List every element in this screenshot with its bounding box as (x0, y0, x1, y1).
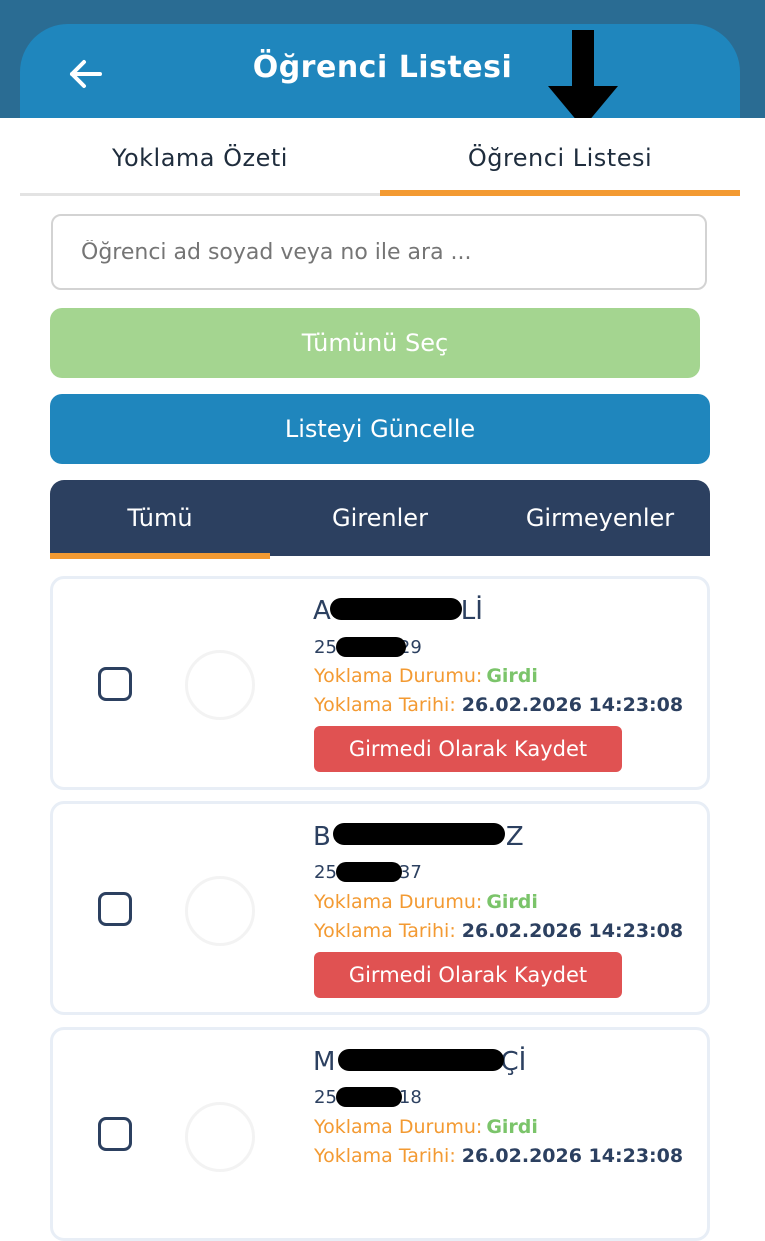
filter-tabs: Tümü Girenler Girmeyenler (50, 480, 710, 556)
status-value: Girdi (486, 665, 538, 687)
student-name-end: Z (505, 822, 524, 852)
student-name-start: M (313, 1047, 336, 1077)
date-value: 26.02.2026 14:23:08 (461, 1145, 684, 1167)
filter-tab-entered[interactable]: Girenler (270, 480, 490, 556)
page-title: Öğrenci Listesi (252, 50, 513, 85)
attendance-status: Yoklama Durumu: Girdi (314, 665, 538, 687)
status-value: Girdi (486, 1116, 538, 1138)
active-filter-indicator (50, 553, 270, 559)
date-label: Yoklama Tarihi: (314, 920, 456, 942)
select-all-button[interactable]: Tümünü Seç (50, 308, 700, 378)
attendance-date: Yoklama Tarihi: 26.02.2026 14:23:08 (314, 1145, 683, 1167)
redaction (336, 862, 402, 882)
redaction (336, 637, 406, 657)
tab-ogrenci-listesi[interactable]: Öğrenci Listesi (380, 118, 740, 198)
student-name-start: A (313, 596, 331, 626)
attendance-status: Yoklama Durumu: Girdi (314, 891, 538, 913)
student-number-start: 25 (314, 1087, 337, 1108)
student-name-start: B (313, 822, 331, 852)
tab-yoklama-ozeti[interactable]: Yoklama Özeti (20, 118, 380, 198)
filter-tab-not-entered[interactable]: Girmeyenler (490, 480, 710, 556)
mark-absent-button[interactable]: Girmedi Olarak Kaydet (314, 952, 622, 998)
avatar (185, 876, 255, 946)
student-checkbox[interactable] (98, 667, 132, 701)
date-label: Yoklama Tarihi: (314, 694, 456, 716)
student-name-end: Çİ (500, 1047, 527, 1077)
arrow-down-icon (548, 30, 618, 128)
attendance-date: Yoklama Tarihi: 26.02.2026 14:23:08 (314, 694, 683, 716)
mark-absent-button[interactable]: Girmedi Olarak Kaydet (314, 726, 622, 772)
redaction (330, 598, 462, 620)
attendance-date: Yoklama Tarihi: 26.02.2026 14:23:08 (314, 920, 683, 942)
tab-divider (20, 193, 380, 196)
student-checkbox[interactable] (98, 892, 132, 926)
update-list-button[interactable]: Listeyi Güncelle (50, 394, 710, 464)
status-label: Yoklama Durumu: (314, 665, 483, 687)
date-value: 26.02.2026 14:23:08 (461, 920, 684, 942)
search-input[interactable] (51, 214, 707, 290)
student-number-start: 25 (314, 637, 337, 658)
status-label: Yoklama Durumu: (314, 1116, 483, 1138)
redaction (338, 1049, 504, 1071)
avatar (185, 650, 255, 720)
date-label: Yoklama Tarihi: (314, 1145, 456, 1167)
top-tabs: Yoklama Özeti Öğrenci Listesi (20, 118, 740, 198)
status-value: Girdi (486, 891, 538, 913)
student-checkbox[interactable] (98, 1117, 132, 1151)
student-number-end: 37 (398, 862, 422, 883)
active-tab-indicator (380, 190, 740, 196)
redaction (333, 823, 505, 845)
date-value: 26.02.2026 14:23:08 (461, 694, 684, 716)
filter-tab-all[interactable]: Tümü (50, 480, 270, 556)
student-number-start: 25 (314, 862, 337, 883)
avatar (185, 1102, 255, 1172)
attendance-status: Yoklama Durumu: Girdi (314, 1116, 538, 1138)
student-name-end: Lİ (460, 596, 483, 626)
status-label: Yoklama Durumu: (314, 891, 483, 913)
student-number-end: 18 (398, 1087, 422, 1108)
redaction (336, 1087, 402, 1107)
